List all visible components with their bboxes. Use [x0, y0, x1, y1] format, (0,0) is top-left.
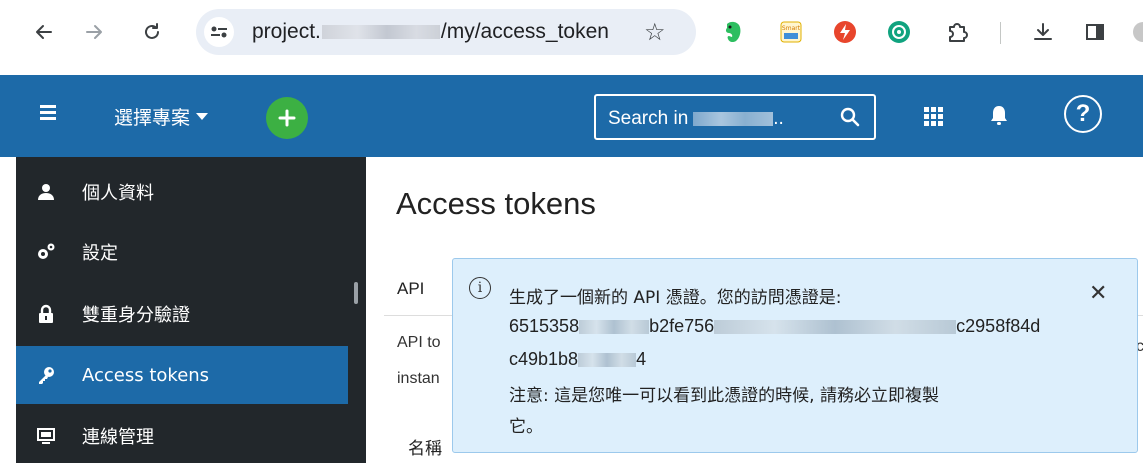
help-icon[interactable]: ? — [1064, 95, 1102, 133]
token-fragment: c2958f84d — [956, 316, 1041, 336]
plus-icon — [278, 109, 296, 127]
add-project-button[interactable] — [266, 97, 308, 139]
sidebar: 個人資料 設定 雙重身分驗證 Access tokens 連線管理 — [16, 157, 366, 463]
token-fragment: b2fe756 — [649, 316, 715, 336]
info-glyph: i — [477, 280, 483, 296]
back-arrow-icon[interactable] — [30, 18, 58, 46]
extensions-puzzle-icon[interactable] — [944, 19, 970, 45]
sidebar-item-profile[interactable]: 個人資料 — [16, 163, 348, 221]
caret-down-icon — [196, 113, 209, 120]
url-prefix: project. — [252, 20, 321, 43]
notice-message: 生成了一個新的 API 憑證。您的訪問憑證是: — [509, 288, 842, 308]
redacted-token — [714, 319, 957, 334]
description-text: API to — [397, 334, 441, 351]
info-icon: i — [469, 277, 491, 299]
download-icon[interactable] — [1030, 19, 1056, 45]
url-text: project. /my/access_token — [252, 20, 609, 44]
gears-icon — [36, 242, 56, 262]
table-header-name: 名稱 — [408, 439, 442, 459]
sidebar-item-label: 雙重身分驗證 — [82, 305, 190, 326]
sidebar-item-settings[interactable]: 設定 — [16, 223, 348, 281]
token-fragment: 4 — [636, 349, 647, 369]
notification-bell-icon[interactable] — [990, 104, 1008, 131]
apps-grid-icon[interactable] — [924, 107, 943, 126]
redacted-site-name — [693, 112, 774, 126]
openai-extension-icon[interactable] — [886, 19, 912, 45]
menu-hamburger-icon[interactable] — [40, 105, 56, 125]
close-icon[interactable]: ✕ — [1089, 281, 1107, 306]
token-fragment: 6515358 — [509, 316, 580, 336]
profile-avatar-icon[interactable] — [1130, 19, 1143, 45]
project-select-label: 選擇專案 — [114, 107, 191, 129]
sidebar-item-connections[interactable]: 連線管理 — [16, 407, 348, 465]
sidebar-item-label: Access tokens — [82, 364, 210, 386]
search-placeholder: Search in .. — [608, 108, 784, 130]
sidebar-item-label: 設定 — [82, 243, 118, 264]
sidebar-item-two-factor[interactable]: 雙重身分驗證 — [16, 285, 348, 343]
redacted-domain — [321, 25, 440, 39]
evernote-extension-icon[interactable] — [720, 19, 746, 45]
token-fragment: c49b1b8 — [509, 349, 579, 369]
notice-warning: 注意: 這是您唯一可以看到此憑證的時候, 請務必立即複製 — [509, 386, 939, 406]
token-created-notice: i 生成了一個新的 API 憑證。您的訪問憑證是: 6515358 b2fe75… — [452, 258, 1138, 453]
app-header: 選擇專案 Search in .. ? — [0, 75, 1143, 157]
flash-extension-icon[interactable] — [832, 19, 858, 45]
browser-toolbar: project. /my/access_token ☆ Smart — [0, 0, 1143, 68]
site-info-icon[interactable] — [204, 17, 234, 47]
page-title: Access tokens — [396, 186, 596, 221]
search-ellipsis: .. — [773, 108, 784, 129]
access-token-line-1: 6515358 b2fe756 c2958f84d — [509, 316, 1040, 337]
monitor-icon — [36, 426, 56, 446]
project-select-dropdown[interactable]: 選擇專案 — [114, 103, 209, 130]
search-input[interactable]: Search in .. — [594, 94, 876, 140]
user-icon — [36, 182, 56, 202]
forward-arrow-icon[interactable] — [80, 18, 108, 46]
notice-warning-continued: 它。 — [509, 417, 543, 437]
key-icon — [36, 365, 56, 385]
redacted-token — [579, 319, 650, 334]
lock-icon — [36, 304, 56, 324]
sidebar-item-label: 個人資料 — [82, 183, 154, 204]
side-panel-icon[interactable] — [1082, 19, 1108, 45]
toolbar-divider — [1000, 22, 1001, 44]
address-bar[interactable]: project. /my/access_token ☆ — [196, 9, 696, 55]
sidebar-item-label: 連線管理 — [82, 427, 154, 448]
access-token-line-2: c49b1b8 4 — [509, 349, 646, 370]
sidebar-scrollbar[interactable] — [354, 282, 358, 304]
smartpad-extension-icon[interactable]: Smart — [778, 19, 804, 45]
description-text-continued: instan — [397, 370, 440, 387]
svg-text:Smart: Smart — [782, 25, 801, 32]
reload-icon[interactable] — [138, 18, 166, 46]
tab-api[interactable]: API — [397, 279, 424, 299]
sidebar-item-access-tokens[interactable]: Access tokens — [16, 346, 348, 404]
search-icon[interactable] — [839, 106, 861, 133]
redacted-token — [578, 352, 637, 367]
search-placeholder-text: Search in — [608, 108, 689, 129]
help-label: ? — [1075, 100, 1091, 127]
url-suffix: /my/access_token — [440, 20, 609, 43]
bookmark-star-icon[interactable]: ☆ — [644, 18, 666, 47]
